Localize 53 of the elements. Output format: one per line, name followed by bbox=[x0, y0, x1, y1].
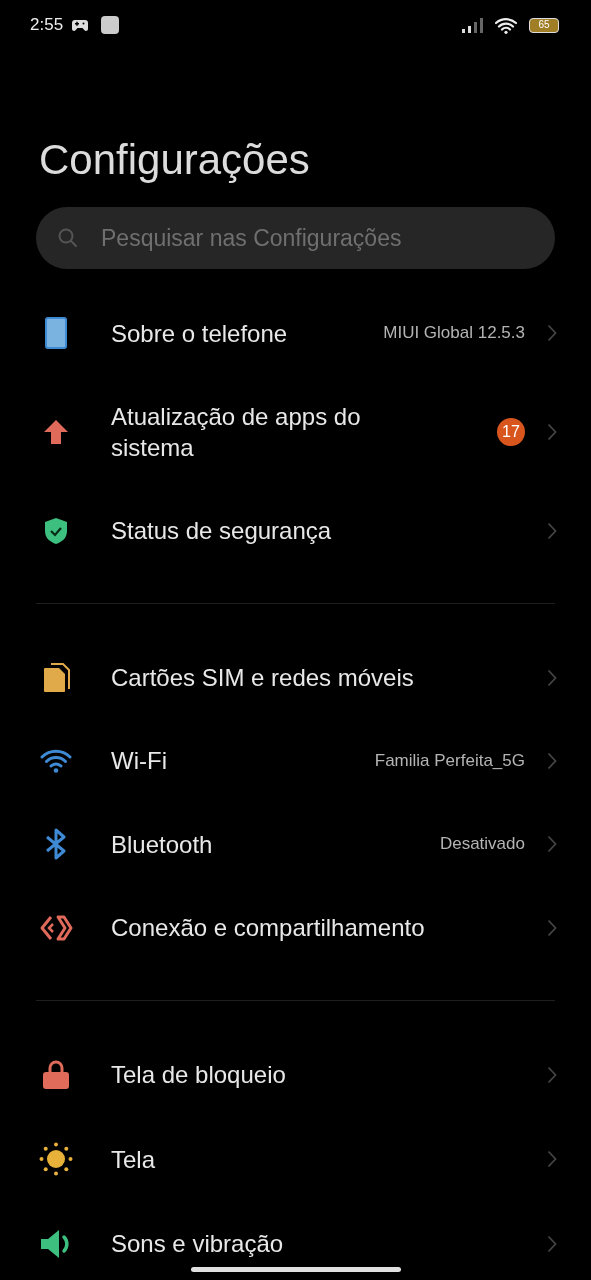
settings-item[interactable]: Wi-Fi Familia Perfeita_5G bbox=[0, 719, 591, 802]
settings-item[interactable]: Status de segurança bbox=[0, 489, 591, 572]
status-time: 2:55 bbox=[30, 15, 64, 35]
wifi-icon bbox=[40, 748, 72, 773]
chevron-icon bbox=[547, 1234, 557, 1253]
settings-item[interactable]: Bluetooth Desativado bbox=[0, 802, 591, 886]
item-label: Atualização de apps do sistema bbox=[111, 402, 362, 463]
settings-item[interactable]: Sobre o telefone MIUI Global 12.5.3 bbox=[0, 291, 591, 375]
chevron-icon bbox=[547, 1065, 557, 1084]
lock-icon bbox=[42, 1059, 70, 1090]
settings-item[interactable]: Tela de bloqueio bbox=[0, 1033, 591, 1116]
wifi-icon bbox=[495, 16, 517, 34]
item-label: Cartões SIM e redes móveis bbox=[111, 663, 415, 693]
arrow-up-icon bbox=[43, 419, 69, 445]
shield-check-icon bbox=[44, 516, 68, 545]
search-field[interactable]: Pesquisar nas Configurações bbox=[36, 207, 555, 269]
sun-icon bbox=[39, 1142, 73, 1176]
chevron-icon bbox=[547, 668, 557, 687]
chevron-icon bbox=[547, 751, 557, 770]
bluetooth-icon bbox=[45, 828, 67, 860]
gamepad-icon bbox=[71, 18, 90, 32]
count-badge: 17 bbox=[497, 418, 525, 446]
item-label: Tela de bloqueio bbox=[111, 1060, 287, 1090]
settings-item[interactable]: Atualização de apps do sistema 17 bbox=[0, 375, 591, 489]
page-title: Configurações bbox=[38, 135, 311, 185]
item-value: MIUI Global 12.5.3 bbox=[383, 323, 525, 343]
settings-item[interactable]: Sons e vibração bbox=[0, 1202, 591, 1280]
settings-item[interactable]: Tela bbox=[0, 1116, 591, 1202]
notification-icon bbox=[101, 16, 120, 34]
sim-card-icon bbox=[42, 662, 70, 693]
item-label: Wi-Fi bbox=[111, 746, 168, 776]
chevron-icon bbox=[547, 324, 557, 342]
home-indicator[interactable] bbox=[191, 1267, 401, 1272]
chevron-icon bbox=[547, 423, 557, 441]
search-icon bbox=[58, 228, 78, 248]
battery-icon: 65 bbox=[529, 17, 559, 33]
item-label: Sons e vibração bbox=[111, 1229, 285, 1259]
speaker-icon bbox=[40, 1228, 72, 1259]
settings-item[interactable]: Conexão e compartilhamento bbox=[0, 886, 591, 969]
item-label: Tela bbox=[111, 1144, 157, 1175]
connection-icon bbox=[39, 913, 73, 942]
chevron-icon bbox=[547, 521, 557, 540]
chevron-icon bbox=[547, 835, 557, 853]
item-label: Status de segurança bbox=[111, 516, 333, 546]
item-label: Sobre o telefone bbox=[111, 318, 289, 349]
item-value: Desativado bbox=[439, 834, 525, 854]
chevron-icon bbox=[547, 918, 557, 937]
settings-item[interactable]: Cartões SIM e redes móveis bbox=[0, 636, 591, 719]
chevron-icon bbox=[547, 1150, 557, 1168]
item-label: Bluetooth bbox=[111, 829, 214, 860]
phone-icon bbox=[45, 317, 67, 349]
item-value: Familia Perfeita_5G bbox=[374, 750, 525, 771]
item-label: Conexão e compartilhamento bbox=[111, 913, 426, 943]
